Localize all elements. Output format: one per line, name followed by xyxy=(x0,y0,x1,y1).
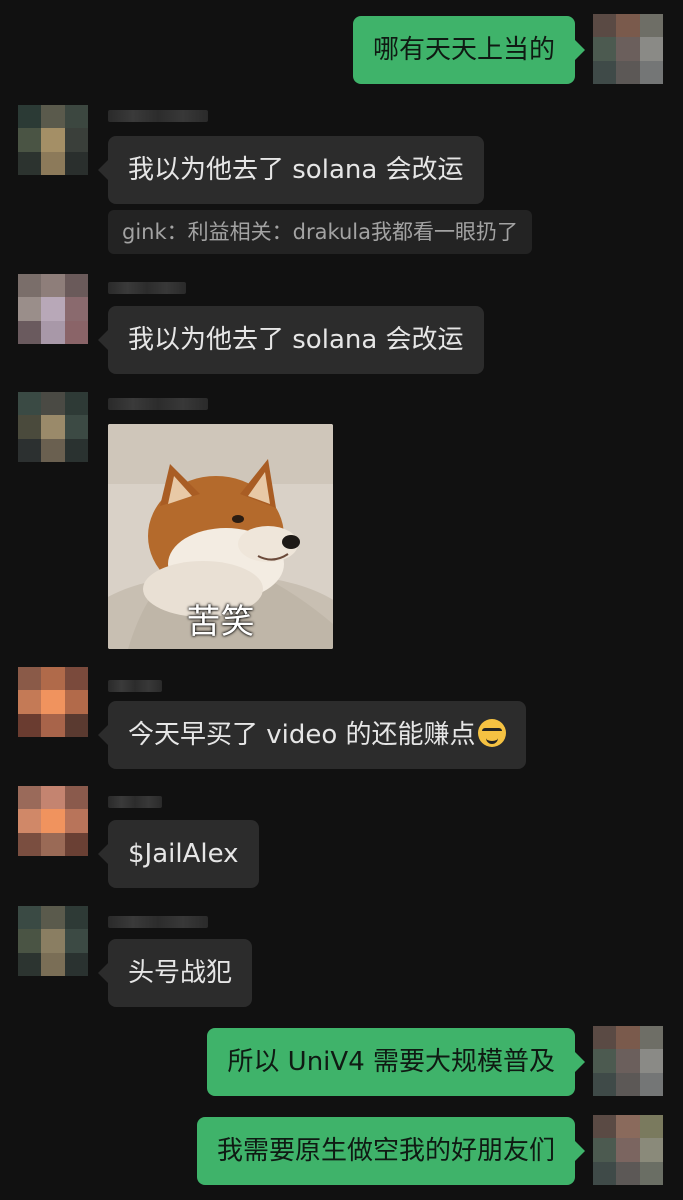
avatar[interactable] xyxy=(593,14,663,84)
avatar[interactable] xyxy=(18,906,88,976)
message-bubble[interactable]: 我以为他去了 solana 会改运 xyxy=(98,136,484,204)
sticker-image[interactable]: 苦笑 xyxy=(108,424,333,649)
message-bubble[interactable]: 我以为他去了 solana 会改运 xyxy=(98,306,484,374)
message-bubble[interactable]: 今天早买了 video 的还能赚点 xyxy=(98,701,526,769)
sender-name xyxy=(108,282,186,294)
avatar[interactable] xyxy=(593,1115,663,1185)
smirking-cat-face-icon xyxy=(477,718,506,747)
sticker-caption: 苦笑 xyxy=(186,602,255,642)
message-bubble[interactable]: 所以 UniV4 需要大规模普及 xyxy=(207,1028,585,1096)
avatar[interactable] xyxy=(593,1026,663,1096)
avatar[interactable] xyxy=(18,274,88,344)
message-bubble[interactable]: $JailAlex xyxy=(98,820,259,888)
avatar[interactable] xyxy=(18,105,88,175)
sender-name xyxy=(108,398,208,410)
sender-name xyxy=(108,916,208,928)
sender-name xyxy=(108,110,208,122)
message-bubble[interactable]: 我需要原生做空我的好朋友们 xyxy=(196,1117,586,1185)
message-bubble[interactable]: 头号战犯 xyxy=(97,939,253,1007)
avatar[interactable] xyxy=(18,786,88,856)
quoted-message[interactable]: gink：利益相关：drakula我都看一眼扔了 xyxy=(108,210,532,254)
sender-name xyxy=(108,796,162,808)
avatar[interactable] xyxy=(18,667,88,737)
message-bubble[interactable]: 哪有天天上当的 xyxy=(352,16,586,84)
sender-name xyxy=(108,680,162,692)
avatar[interactable] xyxy=(18,392,88,462)
message-text: 今天早买了 video 的还能赚点 xyxy=(128,720,476,750)
